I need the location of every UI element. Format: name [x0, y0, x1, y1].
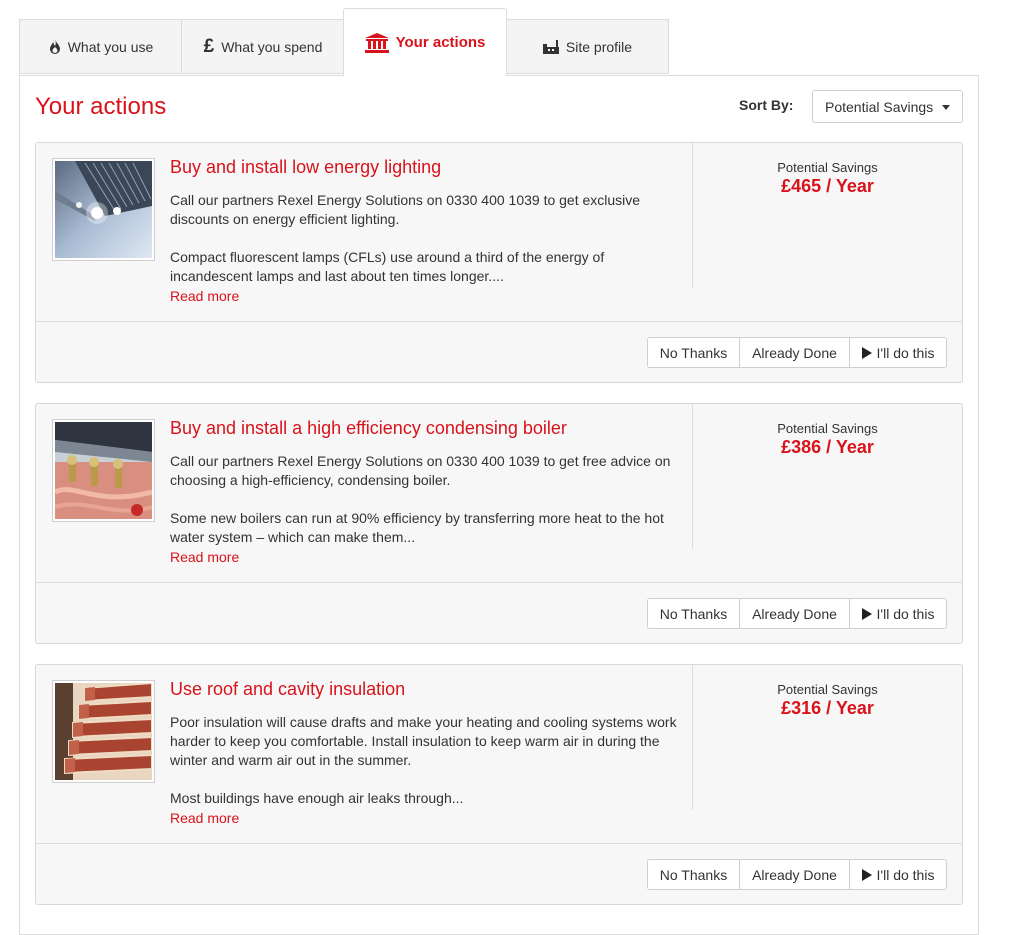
- action-paragraph: Most buildings have enough air leaks thr…: [170, 790, 464, 806]
- action-title[interactable]: Use roof and cavity insulation: [170, 679, 405, 700]
- action-paragraph: Compact fluorescent lamps (CFLs) use aro…: [170, 249, 605, 284]
- tab-label: Your actions: [395, 34, 486, 51]
- tab-what-you-spend[interactable]: £ What you spend: [181, 19, 344, 74]
- divider: [36, 321, 962, 322]
- savings-value: £465 / Year: [781, 176, 874, 196]
- tab-label: Site profile: [565, 38, 633, 55]
- tab-your-actions[interactable]: Your actions: [343, 8, 507, 76]
- divider: [36, 582, 962, 583]
- ill-do-this-button[interactable]: I'll do this: [850, 860, 946, 889]
- action-paragraph: Poor insulation will cause drafts and ma…: [170, 714, 677, 768]
- action-card: Buy and install low energy lighting Call…: [35, 142, 963, 383]
- tab-label: What you spend: [221, 38, 323, 55]
- already-done-button[interactable]: Already Done: [740, 338, 850, 367]
- action-card: Use roof and cavity insulation Poor insu…: [35, 664, 963, 905]
- action-title[interactable]: Buy and install a high efficiency conden…: [170, 418, 567, 439]
- bank-building-icon: [364, 32, 389, 53]
- savings-value: £386 / Year: [781, 437, 874, 457]
- read-more-link[interactable]: Read more: [170, 549, 239, 565]
- no-thanks-button[interactable]: No Thanks: [648, 860, 740, 889]
- savings-label: Potential Savings: [777, 160, 878, 175]
- ill-do-this-button[interactable]: I'll do this: [850, 338, 946, 367]
- button-label: Already Done: [752, 605, 837, 622]
- sort-selected-value: Potential Savings: [825, 98, 934, 115]
- action-paragraph: Call our partners Rexel Energy Solutions…: [170, 192, 641, 227]
- action-button-group: No Thanks Already Done I'll do this: [647, 598, 947, 629]
- no-thanks-button[interactable]: No Thanks: [648, 599, 740, 628]
- sort-label: Sort By:: [739, 97, 794, 113]
- action-image-boiler: [52, 419, 155, 522]
- divider: [36, 843, 962, 844]
- play-icon: [861, 868, 872, 881]
- play-icon: [861, 607, 872, 620]
- boiler-photo: [55, 422, 152, 519]
- action-paragraph: Call our partners Rexel Energy Solutions…: [170, 453, 671, 488]
- button-label: I'll do this: [876, 344, 935, 361]
- tab-label: What you use: [67, 38, 154, 55]
- tab-what-you-use[interactable]: What you use: [19, 19, 182, 74]
- button-label: I'll do this: [876, 605, 935, 622]
- button-label: No Thanks: [659, 605, 728, 622]
- button-label: Already Done: [752, 866, 837, 883]
- brick-wall-photo: [55, 683, 152, 780]
- action-paragraph: Some new boilers can run at 90% efficien…: [170, 510, 664, 545]
- button-label: I'll do this: [876, 866, 935, 883]
- read-more-link[interactable]: Read more: [170, 810, 239, 826]
- action-description: Poor insulation will cause drafts and ma…: [170, 713, 685, 808]
- action-button-group: No Thanks Already Done I'll do this: [647, 859, 947, 890]
- action-image-insulation: [52, 680, 155, 783]
- action-description: Call our partners Rexel Energy Solutions…: [170, 191, 685, 286]
- play-icon: [861, 346, 872, 359]
- lighting-photo: [55, 161, 152, 258]
- savings-label: Potential Savings: [777, 682, 878, 697]
- savings-label: Potential Savings: [777, 421, 878, 436]
- button-label: No Thanks: [659, 344, 728, 361]
- action-button-group: No Thanks Already Done I'll do this: [647, 337, 947, 368]
- pound-icon: £: [203, 35, 215, 57]
- already-done-button[interactable]: Already Done: [740, 860, 850, 889]
- button-label: No Thanks: [659, 866, 728, 883]
- flame-icon: [49, 38, 61, 55]
- action-description: Call our partners Rexel Energy Solutions…: [170, 452, 685, 547]
- ill-do-this-button[interactable]: I'll do this: [850, 599, 946, 628]
- action-title[interactable]: Buy and install low energy lighting: [170, 157, 441, 178]
- savings-value: £316 / Year: [781, 698, 874, 718]
- tab-bar: What you use £ What you spend Your actio…: [19, 8, 679, 76]
- read-more-link[interactable]: Read more: [170, 288, 239, 304]
- no-thanks-button[interactable]: No Thanks: [648, 338, 740, 367]
- caret-down-icon: [942, 105, 950, 110]
- already-done-button[interactable]: Already Done: [740, 599, 850, 628]
- action-card: Buy and install a high efficiency conden…: [35, 403, 963, 644]
- action-image-lighting: [52, 158, 155, 261]
- page-title: Your actions: [35, 93, 167, 120]
- tab-site-profile[interactable]: Site profile: [506, 19, 669, 74]
- factory-icon: [542, 39, 559, 54]
- button-label: Already Done: [752, 344, 837, 361]
- sort-dropdown[interactable]: Potential Savings: [812, 90, 963, 123]
